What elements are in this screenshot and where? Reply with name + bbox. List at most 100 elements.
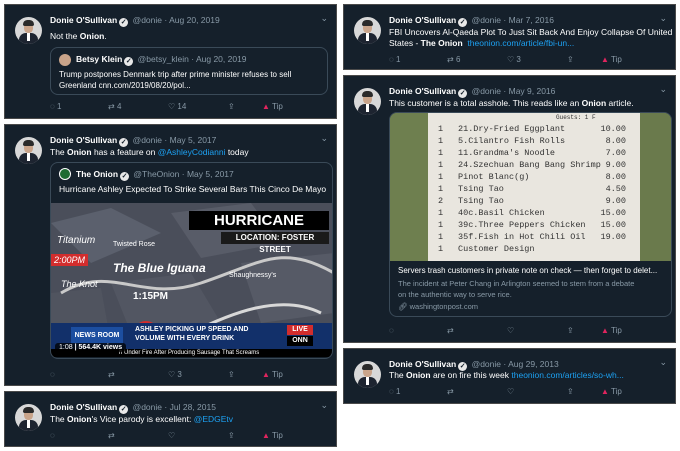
chevron-down-icon[interactable]: ⌄: [320, 133, 328, 144]
reply-button[interactable]: ◌: [50, 370, 55, 379]
tweet-card[interactable]: Donie O'Sullivan ✓ @donie · Aug 29, 2013 …: [343, 348, 676, 404]
link-card[interactable]: Guests: 1 F 1 21.Dry-Fried Eggplant 10.00 1…: [389, 112, 672, 317]
avatar[interactable]: [15, 137, 42, 164]
reply-button[interactable]: ◌ 1: [389, 387, 400, 396]
author-handle[interactable]: @donie: [133, 15, 162, 25]
author-name[interactable]: Donie O'Sullivan: [389, 359, 456, 369]
share-button[interactable]: ⇪: [567, 326, 574, 335]
video-duration-badge: 1:08 | 564.4K views: [55, 343, 127, 352]
chevron-down-icon[interactable]: ⌄: [320, 13, 328, 24]
author-handle[interactable]: @donie: [472, 359, 501, 369]
author-name[interactable]: Donie O'Sullivan: [389, 86, 456, 96]
retweet-icon: ⇄: [108, 370, 115, 379]
like-icon: ♡: [168, 102, 176, 111]
receipt: Guests: 1 F 1 21.Dry-Fried Eggplant 10.00 1…: [428, 113, 640, 261]
tweet-date[interactable]: Mar 7, 2016: [509, 15, 554, 25]
article-link[interactable]: theonion.com/article/fbi-un...: [467, 38, 574, 48]
like-button[interactable]: ♡: [507, 326, 514, 335]
receipt-qty: 1: [438, 136, 444, 146]
tip-button[interactable]: ▲ Tip: [262, 431, 283, 440]
video-player[interactable]: HURRICANE ASHLEY LOCATION: FOSTER STREET…: [51, 203, 332, 357]
avatar[interactable]: [15, 17, 42, 44]
like-button[interactable]: ♡ 3: [168, 370, 182, 379]
author-handle[interactable]: @donie: [472, 15, 501, 25]
like-button[interactable]: ♡: [168, 431, 175, 440]
retweet-button[interactable]: ⇄: [447, 387, 454, 396]
chevron-down-icon[interactable]: ⌄: [659, 13, 667, 24]
receipt-item: 35f.Fish in Hot Chili Oil: [458, 232, 586, 242]
share-icon: ⇪: [567, 55, 574, 64]
avatar[interactable]: [354, 361, 381, 388]
quoted-tweet[interactable]: The Onion ✓ @TheOnion · May 5, 2017 Hurri…: [50, 162, 333, 359]
share-button[interactable]: ⇪: [567, 55, 574, 64]
tweet-card[interactable]: Donie O'Sullivan ✓ @donie · Jul 28, 2015 …: [4, 391, 337, 447]
avatar[interactable]: [354, 17, 381, 44]
receipt-qty: 1: [438, 208, 444, 218]
like-button[interactable]: ♡: [507, 387, 514, 396]
tweet-date[interactable]: Jul 28, 2015: [170, 402, 216, 412]
reply-button[interactable]: ◌: [50, 431, 55, 440]
receipt-price: 15.00: [600, 220, 626, 230]
article-link[interactable]: theonion.com/articles/so-wh...: [511, 370, 623, 380]
author-handle[interactable]: @donie: [133, 135, 162, 145]
tip-button[interactable]: ▲ Tip: [601, 55, 622, 64]
chevron-down-icon[interactable]: ⌄: [320, 400, 328, 411]
receipt-line: 1 5.Cilantro Fish Rolls 8.00: [428, 135, 640, 147]
author-handle[interactable]: @donie: [133, 402, 162, 412]
share-icon: ⇪: [228, 431, 235, 440]
avatar[interactable]: [15, 404, 42, 431]
receipt-price: 4.50: [605, 184, 626, 194]
author-name[interactable]: Donie O'Sullivan: [50, 135, 117, 145]
tweet-date[interactable]: Aug 20, 2019: [169, 15, 220, 25]
like-button[interactable]: ♡ 14: [168, 102, 186, 111]
tweet-card[interactable]: Donie O'Sullivan ✓ @donie · May 5, 2017 ⌄…: [4, 124, 337, 386]
author-name[interactable]: Donie O'Sullivan: [50, 15, 117, 25]
tweet-card[interactable]: Donie O'Sullivan ✓ @donie · Aug 20, 2019 …: [4, 4, 337, 119]
tip-button[interactable]: ▲ Tip: [262, 370, 283, 379]
tweet-card[interactable]: Donie O'Sullivan ✓ @donie · Mar 7, 2016 ⌄…: [343, 4, 676, 70]
receipt-line: 1 40c.Basil Chicken 15.00: [428, 207, 640, 219]
reply-icon: ◌: [389, 326, 394, 335]
share-button[interactable]: ⇪: [567, 387, 574, 396]
tip-icon: ▲: [262, 431, 270, 440]
tweet-date[interactable]: May 9, 2016: [509, 86, 556, 96]
share-icon: ⇪: [228, 102, 235, 111]
tweet-header: Donie O'Sullivan ✓ @donie · May 5, 2017: [50, 135, 217, 147]
share-button[interactable]: ⇪: [228, 102, 235, 111]
tip-button[interactable]: ▲ Tip: [262, 102, 283, 111]
retweet-button[interactable]: ⇄: [108, 370, 115, 379]
tweet-date[interactable]: May 5, 2017: [170, 135, 217, 145]
chevron-down-icon[interactable]: ⌄: [659, 357, 667, 368]
tip-button[interactable]: ▲ Tip: [601, 387, 622, 396]
author-handle[interactable]: @donie: [472, 86, 501, 96]
retweet-icon: ⇄: [108, 431, 115, 440]
receipt-qty: 1: [438, 160, 444, 170]
share-button[interactable]: ⇪: [228, 431, 235, 440]
mention-link[interactable]: @EDGEtv: [194, 414, 233, 424]
reply-button[interactable]: ◌ 1: [50, 102, 61, 111]
author-name[interactable]: Donie O'Sullivan: [50, 402, 117, 412]
tip-button[interactable]: ▲ Tip: [601, 326, 622, 335]
tweet-date[interactable]: Aug 29, 2013: [508, 359, 559, 369]
share-icon: ⇪: [567, 387, 574, 396]
retweet-button[interactable]: ⇄: [108, 431, 115, 440]
quoted-tweet[interactable]: Betsy Klein ✓ @betsy_klein · Aug 20, 2019…: [50, 47, 328, 95]
tip-icon: ▲: [601, 326, 609, 335]
author-name[interactable]: Donie O'Sullivan: [389, 15, 456, 25]
retweet-button[interactable]: ⇄ 4: [108, 102, 121, 111]
avatar[interactable]: [354, 88, 381, 115]
like-button[interactable]: ♡ 3: [507, 55, 521, 64]
receipt-line: 1 35f.Fish in Hot Chili Oil 19.00: [428, 231, 640, 243]
card-description: The incident at Peter Chang in Arlington…: [398, 279, 635, 288]
retweet-button[interactable]: ⇄: [447, 326, 454, 335]
retweet-button[interactable]: ⇄ 6: [447, 55, 460, 64]
reply-button[interactable]: ◌: [389, 326, 394, 335]
mention-link[interactable]: @AshleyCodianni: [158, 147, 226, 157]
chevron-down-icon[interactable]: ⌄: [659, 84, 667, 95]
receipt-item: 24.Szechuan Bang Bang Shrimp: [458, 160, 601, 170]
share-button[interactable]: ⇪: [228, 370, 235, 379]
card-description: on the authentic way to serve rice.: [398, 290, 512, 299]
tweet-card[interactable]: Donie O'Sullivan ✓ @donie · May 9, 2016 ⌄…: [343, 75, 676, 343]
reply-button[interactable]: ◌ 1: [389, 55, 400, 64]
receipt-item: 5.Cilantro Fish Rolls: [458, 136, 566, 146]
